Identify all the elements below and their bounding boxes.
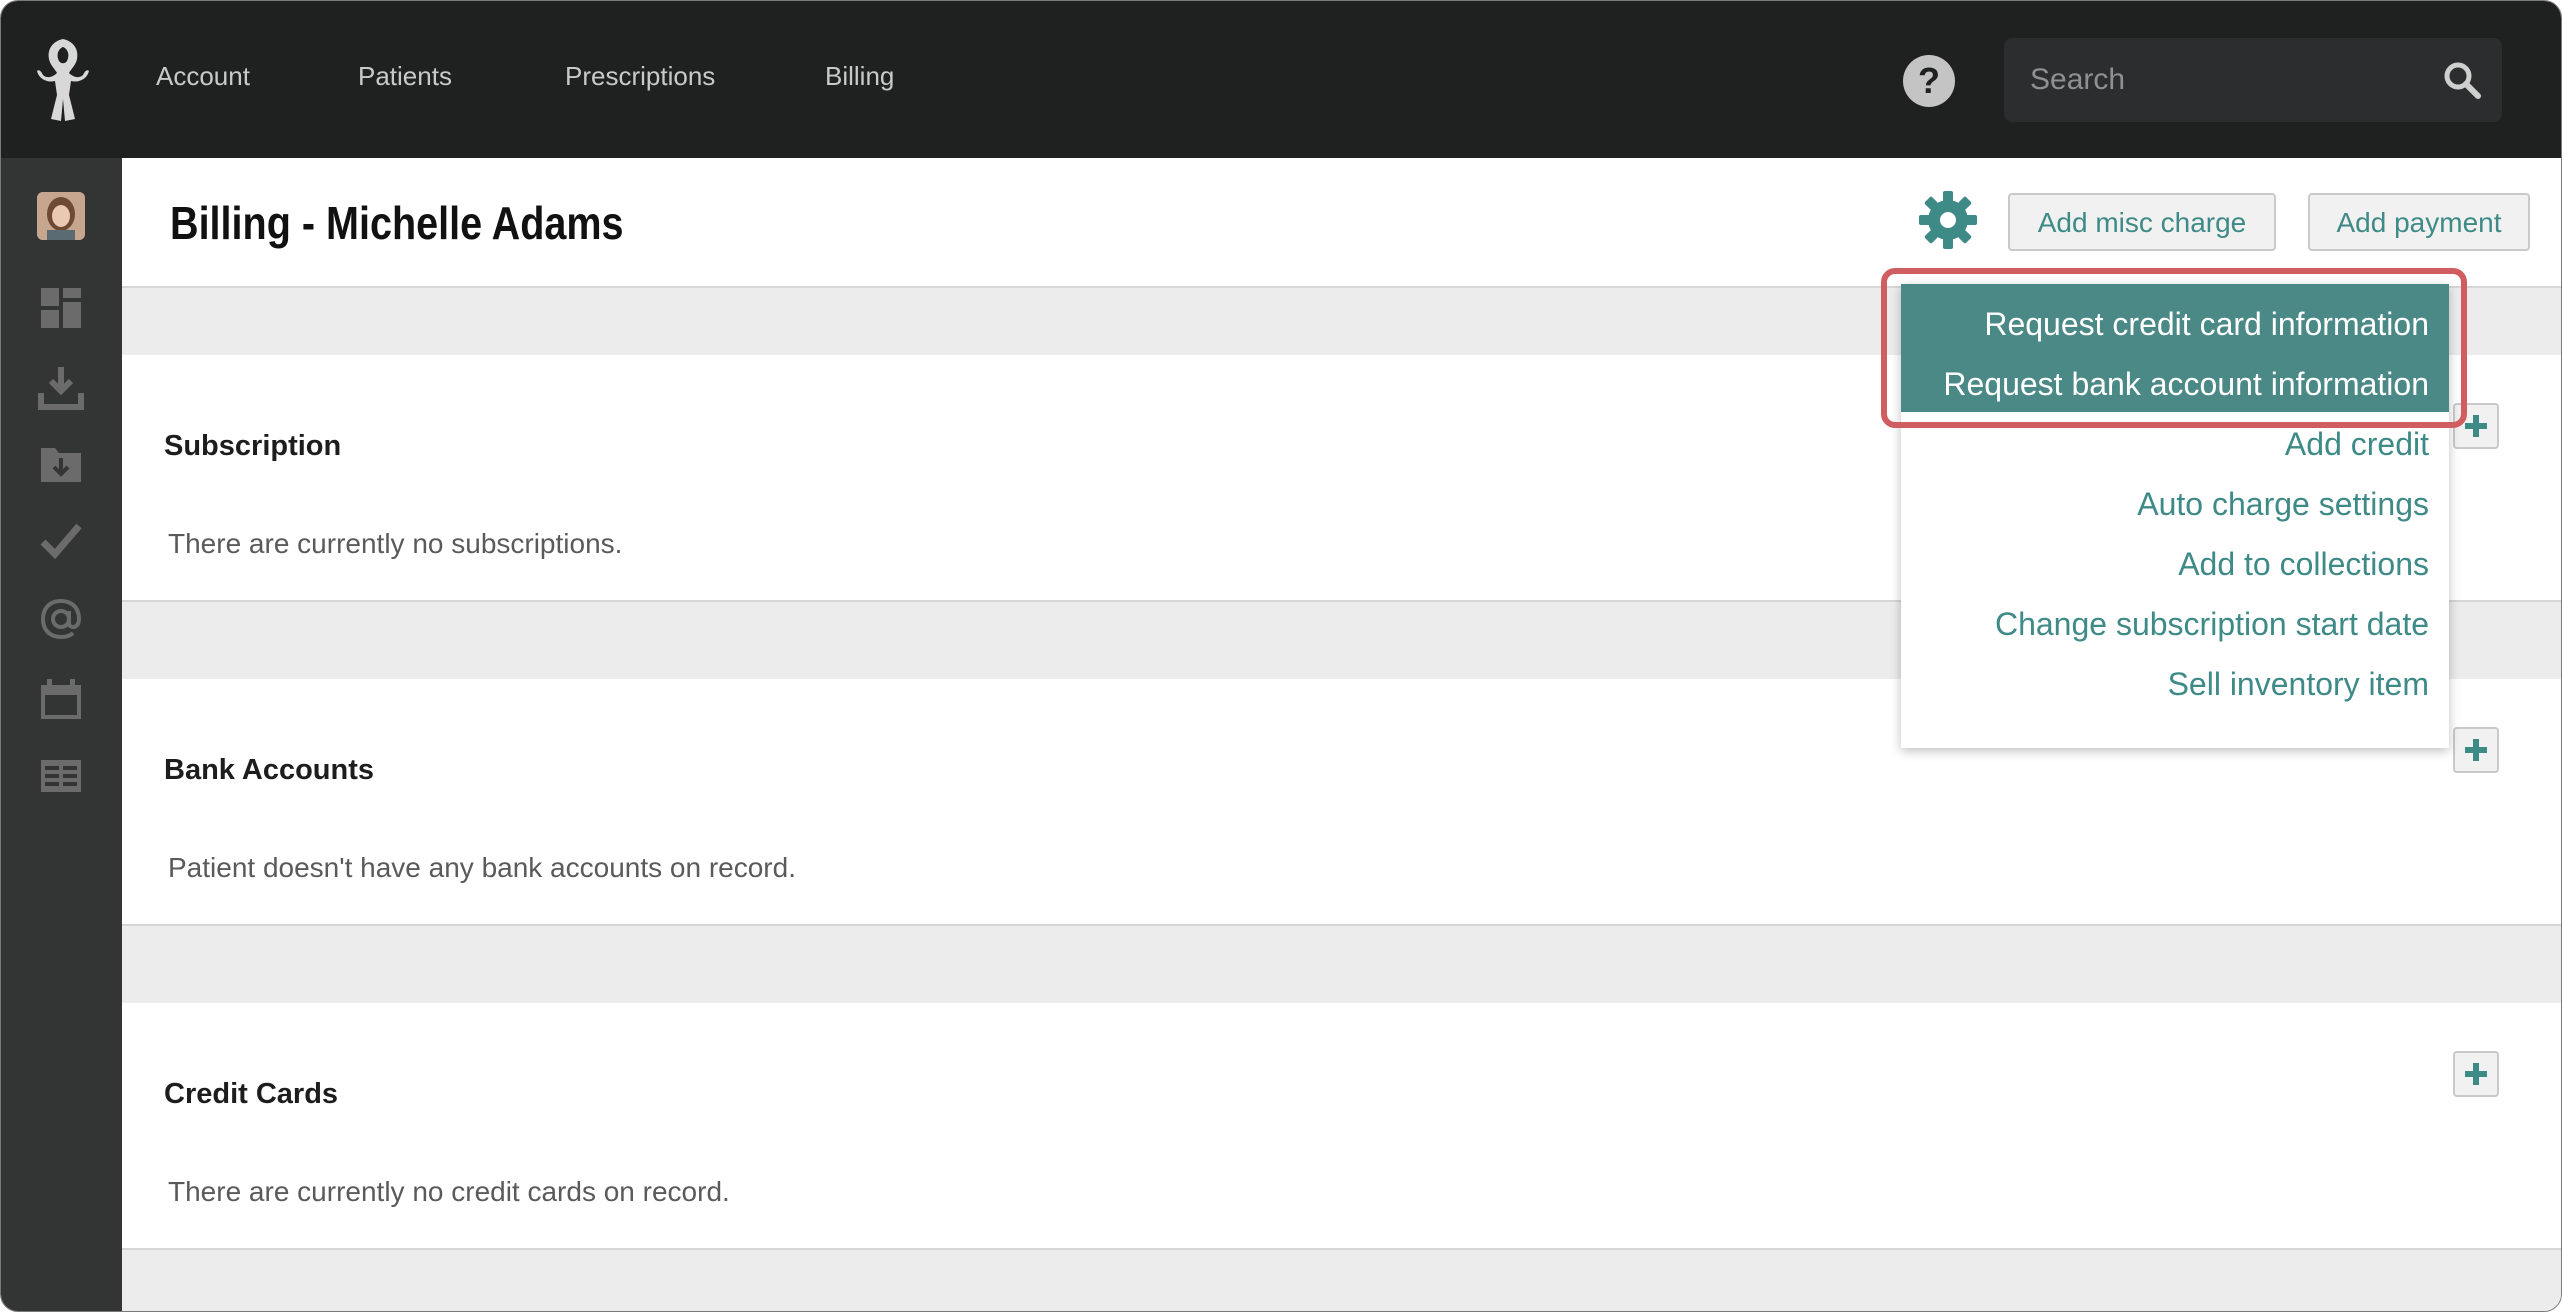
highlight-callout <box>1881 268 2467 428</box>
add-misc-charge-button[interactable]: Add misc charge <box>2008 193 2276 251</box>
section-empty-text: There are currently no credit cards on r… <box>168 1176 730 1207</box>
help-icon[interactable]: ? <box>1903 55 1955 107</box>
app-logo-icon[interactable] <box>31 35 95 125</box>
folder-download-icon[interactable] <box>37 440 85 488</box>
calendar-icon[interactable] <box>37 675 85 723</box>
section-empty-text: There are currently no subscriptions. <box>168 528 623 559</box>
download-icon[interactable] <box>37 363 85 411</box>
menu-item-add-to-collections[interactable]: Add to collections <box>2178 546 2429 583</box>
records-icon[interactable] <box>37 752 85 800</box>
section-title: Credit Cards <box>164 1078 339 1110</box>
avatar[interactable] <box>37 192 85 240</box>
search-input[interactable] <box>2028 56 2432 104</box>
plus-icon <box>2465 1063 2487 1085</box>
plus-icon <box>2465 739 2487 761</box>
nav-billing[interactable]: Billing <box>825 61 894 92</box>
checkmark-icon[interactable] <box>37 516 85 564</box>
search-icon[interactable] <box>2442 60 2482 100</box>
top-navigation-bar: Account Patients Prescriptions Billing ? <box>1 1 2561 158</box>
page-title: Billing - Michelle Adams <box>170 197 624 249</box>
nav-patients[interactable]: Patients <box>358 61 452 92</box>
at-sign-icon[interactable] <box>37 595 85 643</box>
menu-item-sell-inventory[interactable]: Sell inventory item <box>2168 666 2429 703</box>
left-sidebar <box>1 158 122 1311</box>
search-box <box>2004 38 2502 122</box>
add-bank-account-button[interactable] <box>2453 727 2499 773</box>
add-credit-card-button[interactable] <box>2453 1051 2499 1097</box>
section-title: Subscription <box>164 430 342 462</box>
menu-item-auto-charge-settings[interactable]: Auto charge settings <box>2137 486 2429 523</box>
section-empty-text: Patient doesn't have any bank accounts o… <box>168 852 796 883</box>
dashboard-icon[interactable] <box>37 284 85 332</box>
nav-account[interactable]: Account <box>156 61 250 92</box>
credit-cards-section: Credit Cards There are currently no cred… <box>122 1003 2561 1250</box>
gear-icon[interactable] <box>1916 188 1980 252</box>
section-title: Bank Accounts <box>164 754 375 786</box>
menu-item-change-subscription-start[interactable]: Change subscription start date <box>1995 606 2429 643</box>
add-payment-button[interactable]: Add payment <box>2308 193 2530 251</box>
menu-item-add-credit[interactable]: Add credit <box>2285 426 2429 463</box>
app-window: Account Patients Prescriptions Billing ? <box>0 0 2562 1312</box>
nav-prescriptions[interactable]: Prescriptions <box>565 61 715 92</box>
plus-icon <box>2465 415 2487 437</box>
